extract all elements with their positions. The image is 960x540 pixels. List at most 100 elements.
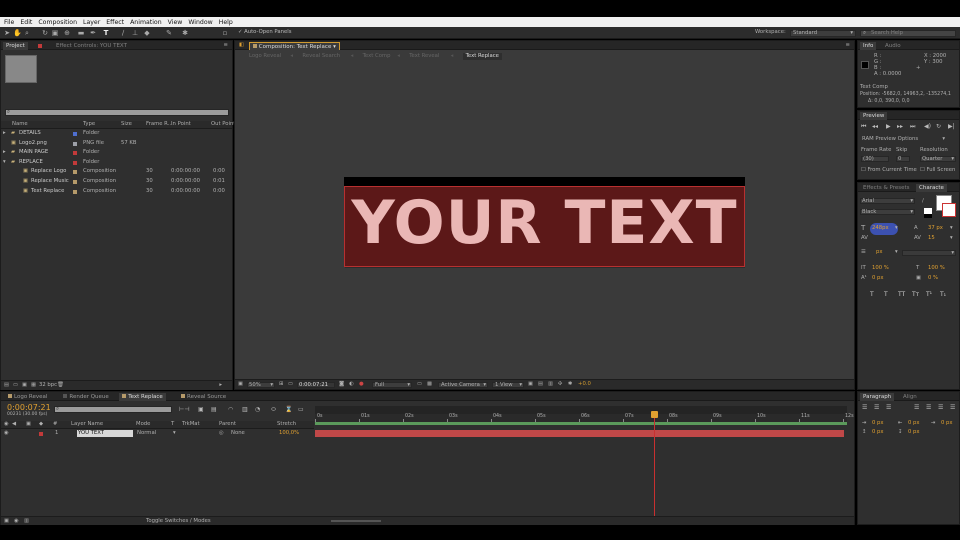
justify-left-icon[interactable]: ☰ [914, 404, 919, 411]
frame-blending-icon[interactable]: ▥ [242, 406, 248, 413]
col-name[interactable]: Name [12, 121, 28, 128]
skip-field[interactable]: 0 [896, 156, 910, 162]
menu-help[interactable]: Help [219, 19, 233, 26]
justify-all-icon[interactable]: ☰ [950, 404, 955, 411]
label-color[interactable] [73, 132, 77, 136]
previous-frame-icon[interactable]: ◂◂ [872, 123, 878, 130]
tab-effects-presets[interactable]: Effects & Presets [860, 184, 913, 192]
ram-preview-icon[interactable]: ▶| [948, 123, 955, 130]
stroke-width-value[interactable]: px [876, 249, 883, 256]
tab-info[interactable]: Info [860, 42, 877, 50]
exposure-value[interactable]: +0.0 [578, 381, 591, 388]
fast-previews-icon[interactable]: ▤ [538, 381, 543, 388]
text-style-button[interactable]: T₁ [940, 291, 946, 298]
in-out-icon[interactable]: ▥ [24, 518, 29, 525]
shy-icon[interactable]: ◠ [228, 406, 233, 413]
view-layout-select[interactable]: 1 View ▾ [492, 382, 524, 388]
text-style-button[interactable]: T [884, 291, 888, 298]
layer-switches-icon[interactable]: ▣ [4, 518, 9, 525]
text-style-button[interactable]: T [870, 291, 874, 298]
text-layer-bounds[interactable]: YOUR TEXT [344, 186, 745, 267]
list-item[interactable]: ▾ ▰ REPLACE Folder [1, 159, 232, 168]
vertical-scale-value[interactable]: 100 % [872, 265, 889, 272]
tab-reveal-source[interactable]: Reveal Source [178, 393, 229, 401]
label-color[interactable] [73, 151, 77, 156]
black-swatch[interactable] [924, 214, 932, 218]
space-before-value[interactable]: 0 px [872, 429, 884, 436]
flowchart-icon[interactable]: ✣ [558, 381, 562, 388]
interpret-footage-icon[interactable]: ▤ [4, 382, 9, 389]
comp-mini-flowchart-icon[interactable]: ⊢⊣ [179, 406, 189, 413]
tab-preview[interactable]: Preview [860, 112, 888, 120]
puppet-tool-icon[interactable]: ✱ [181, 29, 189, 37]
transparency-grid-icon[interactable]: ▩ [427, 381, 432, 388]
label-color[interactable] [73, 160, 77, 165]
toggle-switches-modes[interactable]: Toggle Switches / Modes [146, 518, 211, 525]
expand-arrow-icon[interactable]: ▾ [3, 159, 6, 166]
selection-tool-icon[interactable]: ➤ [3, 29, 11, 37]
expand-arrow-icon[interactable]: ▸ [3, 149, 6, 156]
col-in-point[interactable]: In Point [171, 121, 191, 128]
grid-icon[interactable]: ▭ [288, 381, 293, 388]
canvas-text[interactable]: YOUR TEXT [345, 187, 744, 266]
eraser-tool-icon[interactable]: ◆ [143, 29, 151, 37]
stroke-style-select[interactable]: ▾ [902, 250, 956, 256]
expand-arrow-icon[interactable]: ▸ [3, 130, 6, 137]
flow-tab-text-comp[interactable]: Text Comp [363, 53, 391, 60]
tab-text-replace[interactable]: Text Replace [119, 393, 166, 401]
roto-brush-tool-icon[interactable]: ✎ [165, 29, 173, 37]
pen-tool-icon[interactable]: ✒ [89, 29, 97, 37]
draft-3d-icon[interactable]: ▤ [211, 406, 217, 413]
label-color[interactable] [73, 180, 77, 184]
pan-behind-tool-icon[interactable]: ⊕ [63, 29, 71, 37]
list-item[interactable]: ▣ Replace Logo Composition 30 0:00:00:00 0:00 [1, 168, 232, 177]
align-right-icon[interactable]: ☰ [886, 404, 891, 411]
col-frame-rate[interactable]: Frame R... [146, 121, 173, 128]
tab-effect-controls[interactable]: Effect Controls: YOU TEXT [53, 42, 130, 50]
tab-project[interactable]: Project [3, 42, 28, 50]
scroll-right-icon[interactable]: ▸ [219, 382, 222, 389]
justify-center-icon[interactable]: ☰ [926, 404, 931, 411]
zoom-slider[interactable] [331, 520, 381, 522]
label-color[interactable] [73, 189, 77, 194]
delete-icon[interactable]: 🗑 [57, 382, 64, 389]
always-preview-icon[interactable]: ▣ [238, 381, 243, 388]
layer-parent[interactable]: None [231, 430, 245, 437]
chevron-down-icon[interactable]: ▾ [950, 225, 953, 232]
frame-rate-select[interactable]: (30) [861, 156, 889, 162]
space-after-value[interactable]: 0 px [908, 429, 920, 436]
parent-pickwhip-icon[interactable]: ◎ [219, 430, 224, 437]
list-item[interactable]: ▣ Text Replace Composition 30 0:00:00:00 0:00 [1, 188, 232, 197]
list-item[interactable]: ▸ ▰ DETAILS Folder [1, 130, 232, 139]
layer-stretch[interactable]: 100,0% [279, 430, 299, 437]
play-icon[interactable]: ▶ [886, 123, 891, 130]
list-item[interactable]: ▣ Logo2.png PNG file 57 KB [1, 140, 232, 149]
timeline-search-input[interactable]: ⌕ [54, 406, 172, 413]
list-item[interactable]: ▸ ▰ MAIN PAGE Folder [1, 149, 232, 158]
chevron-down-icon[interactable]: ▾ [895, 249, 898, 256]
tsume-value[interactable]: 0 % [928, 275, 938, 282]
tracking-value[interactable]: 15 [928, 235, 935, 242]
brush-tool-icon[interactable]: ∕ [119, 29, 127, 37]
next-frame-icon[interactable]: ▸▸ [897, 123, 903, 130]
current-time-field[interactable]: 0:00:07:21 [297, 382, 335, 388]
rectangle-tool-icon[interactable]: ▬ [77, 29, 85, 37]
tab-logo-reveal[interactable]: Logo Reveal [5, 393, 50, 401]
label-color[interactable] [73, 141, 77, 146]
auto-keyframe-icon[interactable]: ⌛ [285, 406, 292, 413]
new-folder-icon[interactable]: ▭ [13, 382, 18, 389]
tab-paragraph[interactable]: Paragraph [860, 393, 895, 401]
resolution-select[interactable]: Full ▾ [372, 382, 412, 388]
show-channel-icon[interactable]: ◐ [349, 381, 354, 388]
loop-icon[interactable]: ↻ [936, 123, 941, 130]
leading-value[interactable]: 37 px [928, 225, 943, 232]
mute-audio-icon[interactable]: ◀) [924, 123, 931, 130]
auto-open-panels-checkbox[interactable]: ✓ Auto-Open Panels [238, 29, 291, 36]
tab-audio[interactable]: Audio [882, 42, 904, 50]
motion-blur-icon[interactable]: ◔ [255, 406, 260, 413]
label-color[interactable] [73, 170, 77, 175]
snapping-icon[interactable]: ▫ [221, 29, 229, 37]
layer-label-color[interactable] [39, 432, 43, 436]
transfer-controls-icon[interactable]: ◉ [14, 518, 19, 525]
baseline-shift-value[interactable]: 0 px [872, 275, 884, 282]
